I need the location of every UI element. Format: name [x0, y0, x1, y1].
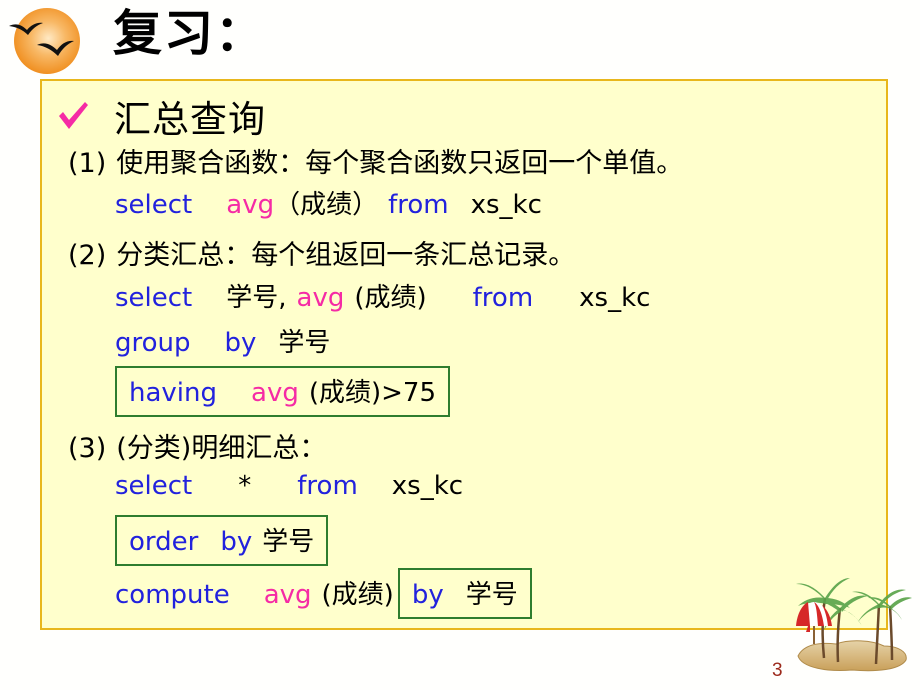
- star-wildcard: *: [238, 471, 252, 501]
- item-1-text: 使用聚合函数：每个聚合函数只返回一个单值。: [116, 148, 684, 179]
- item-1-number: (1): [68, 148, 107, 179]
- bullet-heading-label: 汇总查询: [114, 98, 266, 141]
- group-keyword: group: [115, 328, 191, 358]
- by-keyword: by: [411, 580, 444, 610]
- item-2-text: 分类汇总：每个组返回一条汇总记录。: [116, 240, 576, 271]
- sun-decoration: [7, 4, 87, 84]
- order-keyword: order: [129, 527, 199, 557]
- avg-argument: (成绩): [321, 580, 394, 610]
- item-2-number: (2): [68, 240, 107, 271]
- item-1-code: select avg（成绩） from xs_kc: [115, 184, 542, 221]
- avg-function: avg: [251, 378, 299, 408]
- compute-keyword: compute: [115, 580, 230, 610]
- page-number: 3: [772, 660, 783, 681]
- having-condition: >75: [381, 378, 437, 408]
- beach-decoration: [780, 552, 920, 684]
- item-3-description: (3) (分类)明细汇总：: [68, 426, 326, 465]
- avg-function: avg: [226, 190, 275, 220]
- item-2-code-select: select 学号, avg (成绩) from xs_kc: [115, 277, 650, 314]
- check-icon: [59, 102, 88, 129]
- compute-by-column: 学号: [465, 580, 518, 610]
- page-title: 复习：: [113, 4, 267, 62]
- avg-argument: （成绩）: [274, 190, 379, 220]
- select-keyword: select: [115, 471, 193, 501]
- order-column: 学号: [262, 527, 315, 557]
- item-3-code-compute: compute avg (成绩) by 学号: [115, 568, 532, 619]
- item-2-description: (2) 分类汇总：每个组返回一条汇总记录。: [68, 233, 575, 272]
- avg-argument: (成绩): [354, 283, 427, 313]
- avg-function: avg: [263, 580, 312, 610]
- from-keyword: from: [388, 190, 449, 220]
- beach-umbrella-icon: [796, 602, 832, 644]
- table-name: xs_kc: [391, 471, 464, 501]
- compute-by-clause-box: by 学号: [397, 568, 532, 619]
- item-2-code-group: group by 学号: [115, 322, 330, 359]
- from-keyword: from: [472, 283, 534, 313]
- select-keyword: select: [115, 283, 193, 313]
- sun-icon: [9, 8, 80, 74]
- avg-function: avg: [296, 283, 345, 313]
- order-by-clause-box: order by 学号: [115, 515, 329, 566]
- item-1-description: (1) 使用聚合函数：每个聚合函数只返回一个单值。: [68, 141, 683, 180]
- select-column: 学号,: [226, 283, 287, 313]
- item-2-code-having-wrapper: having avg (成绩)>75: [115, 366, 451, 417]
- palm-beach-icon: [796, 578, 912, 672]
- having-keyword: having: [129, 378, 218, 408]
- item-3-code-select: select * from xs_kc: [115, 471, 463, 501]
- group-column: 学号: [278, 328, 331, 358]
- bullet-heading: 汇总查询: [54, 89, 266, 143]
- select-keyword: select: [115, 190, 193, 220]
- avg-argument: (成绩): [308, 378, 382, 408]
- content-panel: 汇总查询 (1) 使用聚合函数：每个聚合函数只返回一个单值。 select avg（…: [40, 79, 888, 630]
- item-3-number: (3): [68, 433, 107, 464]
- having-clause-box: having avg (成绩)>75: [115, 366, 451, 417]
- table-name: xs_kc: [579, 283, 651, 313]
- item-3-text: (分类)明细汇总：: [116, 433, 327, 464]
- table-name: xs_kc: [470, 190, 542, 220]
- from-keyword: from: [297, 471, 358, 501]
- item-3-code-order-wrapper: order by 学号: [115, 515, 329, 566]
- by-keyword: by: [224, 328, 257, 358]
- by-keyword: by: [220, 527, 253, 557]
